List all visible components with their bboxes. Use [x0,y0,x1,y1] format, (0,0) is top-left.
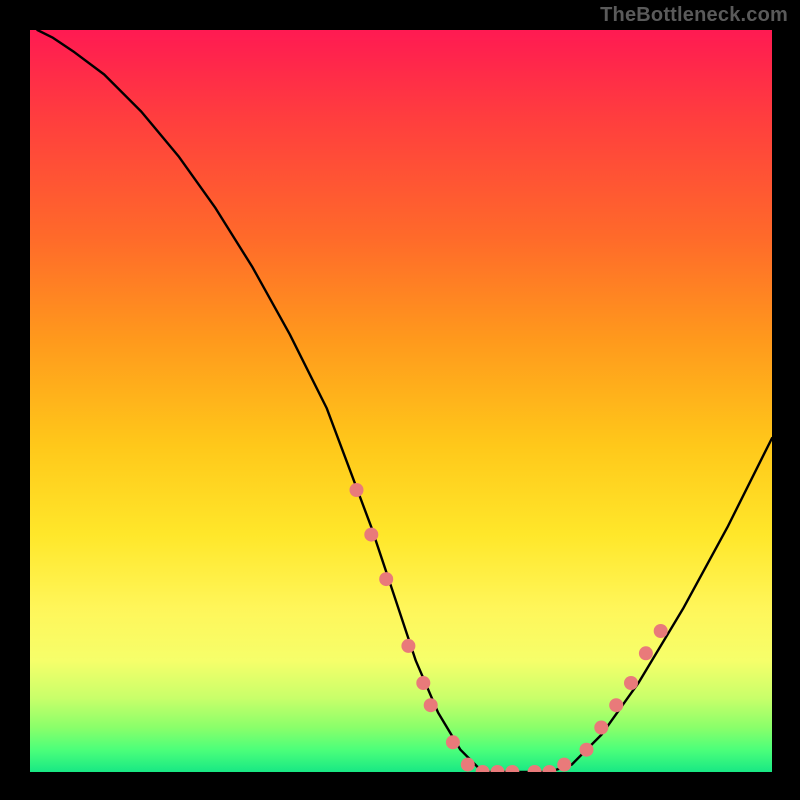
curve-marker [505,765,519,772]
bottleneck-curve [37,30,772,772]
curve-marker [491,765,505,772]
curve-marker [528,765,542,772]
curve-marker [609,698,623,712]
curve-marker [364,528,378,542]
curve-marker [594,721,608,735]
curve-marker [580,743,594,757]
curve-marker [654,624,668,638]
curve-markers [350,483,668,772]
curve-marker [379,572,393,586]
curve-marker [542,765,556,772]
curve-marker [624,676,638,690]
curve-marker [639,646,653,660]
curve-marker [461,758,475,772]
curve-marker [557,758,571,772]
curve-marker [446,735,460,749]
curve-marker [350,483,364,497]
curve-marker [416,676,430,690]
curve-marker [401,639,415,653]
curve-marker [424,698,438,712]
watermark-text: TheBottleneck.com [600,4,788,27]
bottleneck-curve-svg [30,30,772,772]
plot-area [30,30,772,772]
chart-stage: TheBottleneck.com [0,0,800,800]
